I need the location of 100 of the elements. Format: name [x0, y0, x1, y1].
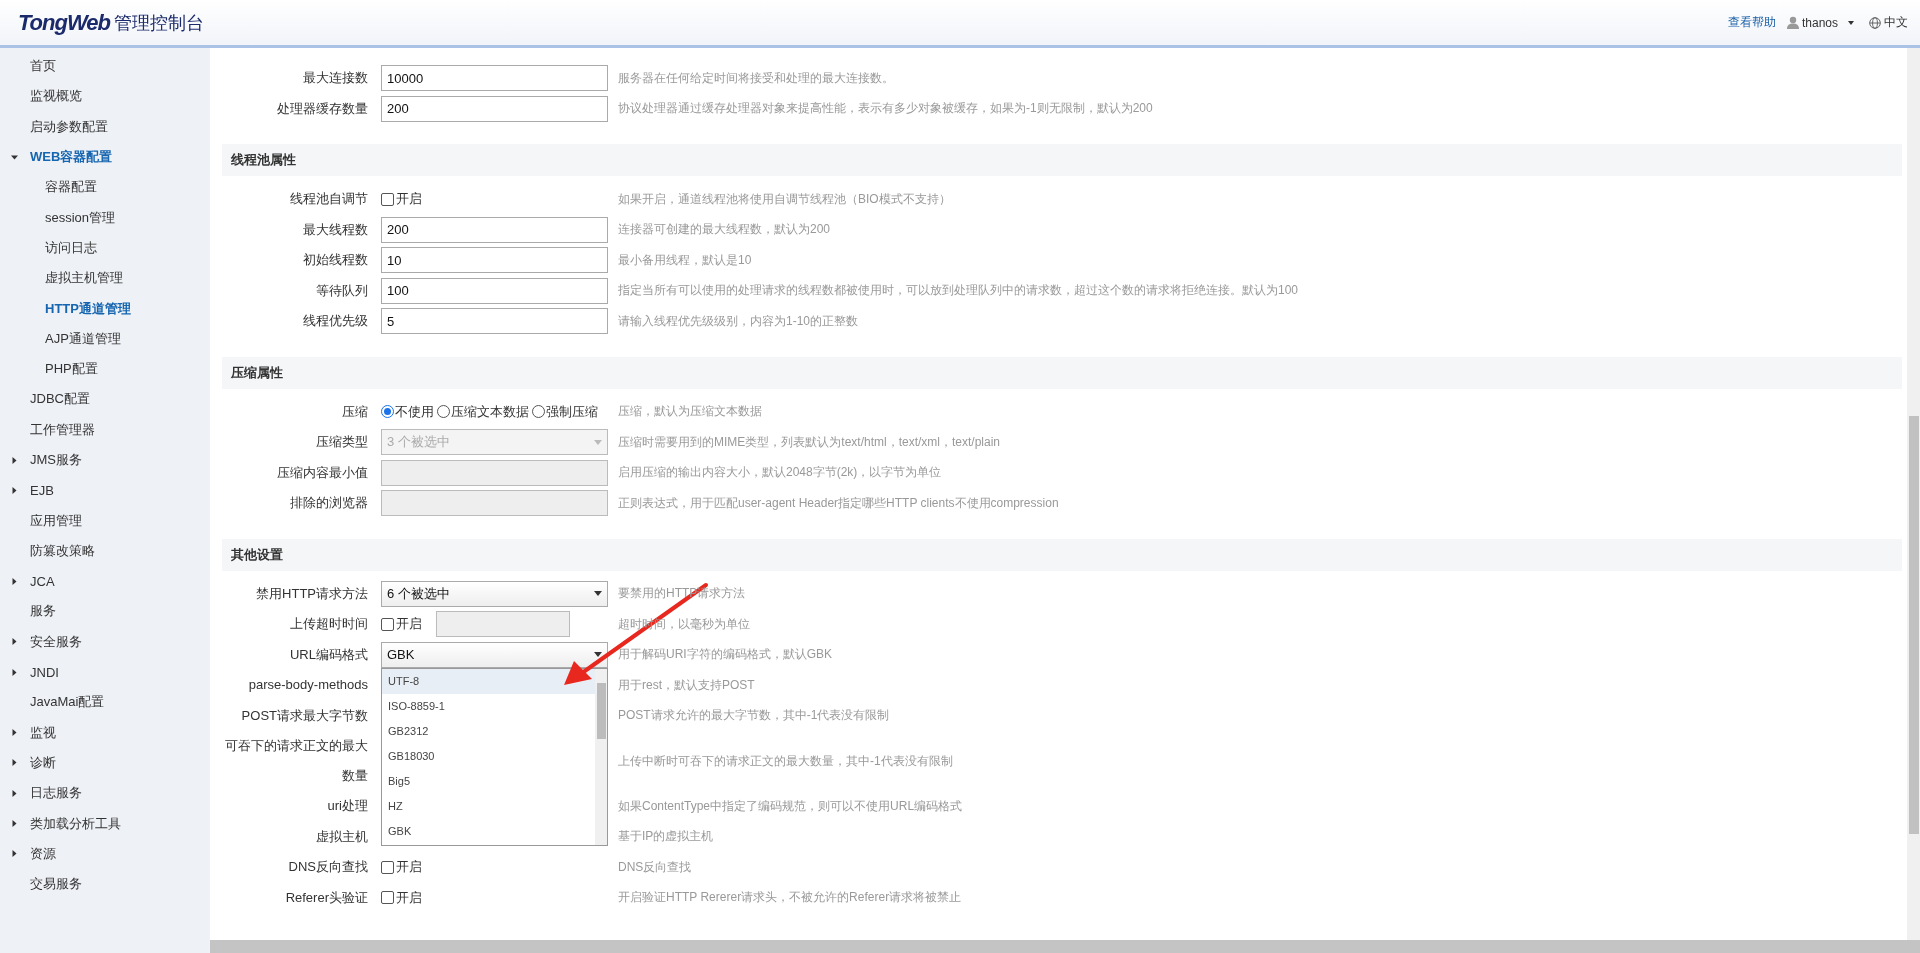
- sidebar-item[interactable]: 启动参数配置: [0, 111, 210, 142]
- globe-icon[interactable]: [1869, 16, 1881, 29]
- language-selector[interactable]: 中文: [1884, 14, 1908, 31]
- sidebar-item[interactable]: JavaMai配置: [0, 687, 210, 718]
- field-label: 虚拟主机: [315, 827, 368, 846]
- checkbox[interactable]: 开启: [381, 858, 422, 877]
- sidebar-item[interactable]: JNDI: [0, 656, 210, 688]
- sidebar-item[interactable]: EJB: [0, 475, 210, 506]
- caret-right-icon[interactable]: [11, 759, 18, 767]
- sidebar-item[interactable]: 容器配置: [0, 172, 210, 203]
- section-header: 其他设置: [222, 538, 1902, 571]
- caret-right-icon[interactable]: [11, 729, 18, 737]
- radio-option[interactable]: 压缩文本数据: [437, 402, 529, 421]
- sidebar-item[interactable]: 防篡改策略: [0, 535, 210, 567]
- sidebar-item[interactable]: 诊断: [0, 747, 210, 779]
- dropdown-option[interactable]: ISO-8859-1: [382, 693, 595, 719]
- caret-right-icon[interactable]: [11, 789, 18, 797]
- field-label: 上传超时时间: [289, 615, 368, 634]
- text-field[interactable]: 200: [381, 95, 608, 122]
- field-label: 最大连接数: [302, 69, 368, 88]
- dropdown-option[interactable]: GB2312: [382, 718, 595, 744]
- scrollbar[interactable]: [1907, 48, 1920, 940]
- field-label: 禁用HTTP请求方法: [255, 584, 368, 603]
- caret-right-icon[interactable]: [11, 850, 18, 858]
- sidebar-item[interactable]: 工作管理器: [0, 414, 210, 445]
- text-field[interactable]: 10000: [381, 65, 608, 92]
- sidebar-item[interactable]: WEB容器配置: [0, 141, 210, 173]
- caret-down-icon[interactable]: [11, 153, 18, 161]
- caret-down-icon[interactable]: [1848, 20, 1854, 25]
- field-description: 指定当所有可以使用的处理请求的线程数都被使用时，可以放到处理队列中的请求数，超过这个数的请求将拒绝连接。默认为100: [618, 282, 1299, 300]
- user-icon: [1786, 16, 1799, 29]
- field-description: 最小备用线程，默认是10: [618, 251, 752, 269]
- text-field[interactable]: 5: [381, 308, 608, 335]
- sidebar-item[interactable]: 首页: [0, 51, 210, 82]
- field-description: 正则表达式，用于匹配user-agent Header指定哪些HTTP clients不使用compression: [618, 494, 1059, 512]
- caret-right-icon[interactable]: [11, 820, 18, 828]
- sidebar-item[interactable]: AJP通道管理: [0, 323, 210, 354]
- field-label: 排除的浏览器: [289, 494, 368, 513]
- text-field[interactable]: 10: [381, 247, 608, 274]
- caret-right-icon[interactable]: [11, 486, 18, 494]
- field-description: 基于IP的虚拟主机: [618, 828, 714, 846]
- sidebar-item[interactable]: 资源: [0, 838, 210, 869]
- sidebar-item[interactable]: PHP配置: [0, 353, 210, 385]
- scrollbar[interactable]: [595, 668, 607, 845]
- sidebar-item[interactable]: session管理: [0, 202, 210, 233]
- field-description: 开启验证HTTP Rererer请求头，不被允许的Referer请求将被禁止: [618, 889, 962, 907]
- dropdown-option[interactable]: HZ: [382, 793, 595, 819]
- select-field[interactable]: GBK: [381, 641, 608, 668]
- caret-down-icon: [594, 439, 602, 445]
- sidebar-item[interactable]: 交易服务: [0, 869, 210, 900]
- radio-option[interactable]: 强制压缩: [532, 402, 598, 421]
- sidebar-item[interactable]: 应用管理: [0, 505, 210, 536]
- field-label: 处理器缓存数量: [276, 99, 368, 118]
- field-label: POST请求最大字节数: [240, 706, 368, 725]
- user-name[interactable]: thanos: [1801, 15, 1838, 30]
- sidebar-item[interactable]: 服务: [0, 596, 210, 627]
- caret-right-icon[interactable]: [11, 638, 18, 646]
- field-description: 压缩，默认为压缩文本数据: [618, 403, 762, 421]
- field-description: 启用压缩的输出内容大小，默认2048字节(2k)，以字节为单位: [618, 464, 942, 482]
- field-label: 最大线程数: [302, 220, 368, 239]
- sidebar-item[interactable]: JMS服务: [0, 444, 210, 476]
- sidebar-item[interactable]: 监视: [0, 717, 210, 748]
- sidebar-item[interactable]: 访问日志: [0, 232, 210, 264]
- caret-down-icon: [594, 652, 602, 658]
- help-link[interactable]: 查看帮助: [1727, 14, 1776, 31]
- field-label: 压缩: [341, 402, 368, 421]
- field-description: 服务器在任何给定时间将接受和处理的最大连接数。: [618, 69, 894, 87]
- text-field[interactable]: 200: [381, 216, 608, 243]
- field-label: DNS反向查找: [287, 858, 368, 877]
- field-description: 如果ContentType中指定了编码规范，则可以不使用URL编码格式: [618, 797, 963, 815]
- caret-right-icon[interactable]: [11, 577, 18, 585]
- dropdown-option[interactable]: UTF-8: [382, 668, 595, 694]
- dropdown-option[interactable]: GB18030: [382, 743, 595, 769]
- sidebar-item[interactable]: JCA: [0, 566, 210, 597]
- dropdown-option[interactable]: GBK: [382, 818, 595, 844]
- select-field[interactable]: 6 个被选中: [381, 580, 608, 607]
- sidebar-item[interactable]: HTTP通道管理: [0, 293, 210, 324]
- text-field[interactable]: 100: [381, 277, 608, 304]
- scrollbar[interactable]: [210, 940, 1920, 953]
- dropdown-option[interactable]: Big5: [382, 768, 595, 794]
- sidebar-item[interactable]: 类加载分析工具: [0, 808, 210, 839]
- caret-down-icon: [594, 591, 602, 597]
- field-label: 压缩内容最小值: [276, 463, 368, 482]
- caret-right-icon[interactable]: [11, 456, 18, 464]
- field-description: 用于解码URI字符的编码格式，默认GBK: [618, 646, 832, 664]
- field-description: 请输入线程优先级级别，内容为1-10的正整数: [618, 312, 859, 330]
- sidebar-item[interactable]: 安全服务: [0, 626, 210, 657]
- sidebar-item[interactable]: JDBC配置: [0, 384, 210, 415]
- caret-right-icon[interactable]: [11, 668, 18, 676]
- checkbox[interactable]: 开启: [381, 190, 422, 209]
- field-label: Referer头验证: [284, 888, 368, 907]
- sidebar-item[interactable]: 虚拟主机管理: [0, 263, 210, 294]
- field-description: 如果开启，通道线程池将使用自调节线程池（BIO模式不支持）: [618, 190, 951, 208]
- sidebar-item[interactable]: 监视概览: [0, 81, 210, 112]
- field-label: uri处理: [326, 797, 368, 816]
- field-label: 压缩类型: [315, 433, 368, 452]
- logo: TongWeb: [18, 9, 110, 36]
- sidebar-item[interactable]: 日志服务: [0, 778, 210, 809]
- radio-option[interactable]: 不使用: [381, 402, 434, 421]
- checkbox[interactable]: 开启: [381, 888, 422, 907]
